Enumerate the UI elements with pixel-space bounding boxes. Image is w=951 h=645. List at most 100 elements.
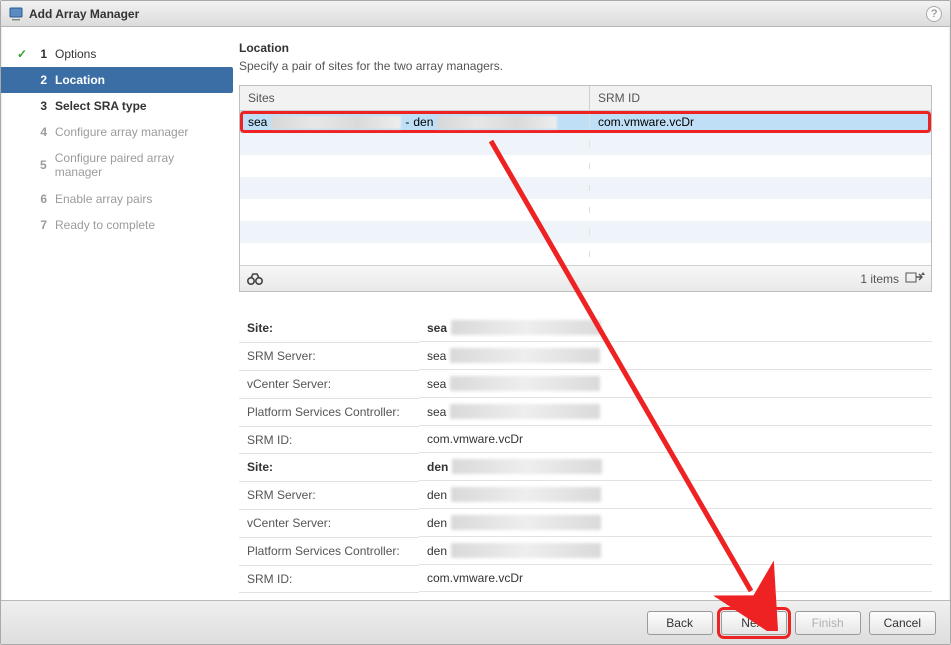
detail-key: SRM Server: [239,342,419,370]
step-label: Ready to complete [55,218,155,232]
detail-key: Site: [239,453,419,481]
srmid-cell: com.vmware.vcDr [590,112,931,132]
find-icon[interactable] [246,272,264,286]
detail-value: sea [419,370,932,398]
col-header-srmid[interactable]: SRM ID [590,86,931,110]
cancel-button[interactable]: Cancel [869,611,936,635]
redacted-text [437,116,557,129]
table-row [240,199,931,221]
export-icon[interactable] [905,270,925,287]
detail-row: vCenter Server: den [239,509,932,537]
site-a-prefix: sea [248,115,267,129]
back-button[interactable]: Back [647,611,713,635]
step-number: 6 [37,192,47,206]
redacted-text [452,459,602,474]
detail-prefix: den [427,544,447,558]
section-title: Location [239,41,932,55]
step-number: 1 [37,47,47,61]
detail-value: com.vmware.vcDr [419,565,932,592]
detail-value: den [419,537,932,565]
content-pane: Location Specify a pair of sites for the… [233,27,950,600]
detail-row: Site: den [239,453,932,481]
detail-key: Platform Services Controller: [239,398,419,426]
redacted-text [450,404,600,419]
redacted-text [451,487,601,502]
step-number: 3 [37,99,47,113]
detail-value: sea [419,342,932,370]
grid-body: sea - den com.vmware.vcDr [240,111,931,265]
table-row [240,155,931,177]
step-options[interactable]: ✓ 1 Options [1,41,233,67]
titlebar: Add Array Manager ? [1,1,950,27]
section-description: Specify a pair of sites for the two arra… [239,59,932,73]
steps-sidebar: ✓ 1 Options 2 Location 3 Select SRA type… [1,27,233,600]
step-label: Select SRA type [55,99,147,113]
table-row [240,177,931,199]
col-header-sites[interactable]: Sites [240,86,590,110]
step-select-sra-type[interactable]: 3 Select SRA type [1,93,233,119]
detail-value: sea [419,314,932,342]
detail-key: vCenter Server: [239,509,419,537]
step-label: Enable array pairs [55,192,152,206]
detail-row: SRM Server: den [239,481,932,509]
detail-prefix: den [427,488,447,502]
detail-value: com.vmware.vcDr [419,426,932,453]
detail-key: SRM Server: [239,481,419,509]
wizard-footer: Back Next Finish Cancel [1,600,950,644]
detail-row: Platform Services Controller:sea [239,398,932,426]
redacted-text [450,376,600,391]
step-configure-array-manager: 4 Configure array manager [1,119,233,145]
redacted-text [451,320,601,335]
help-icon[interactable]: ? [926,6,942,22]
detail-key: SRM ID: [239,565,419,592]
detail-row: Site: sea [239,314,932,342]
redacted-text [450,348,600,363]
site-separator: - [405,115,409,129]
detail-key: Site: [239,314,419,342]
step-location[interactable]: 2 Location [1,67,233,93]
detail-value: den [419,509,932,537]
detail-row: vCenter Server:sea [239,370,932,398]
step-configure-paired-array-manager: 5 Configure paired array manager [1,145,233,186]
detail-key: Platform Services Controller: [239,537,419,565]
wizard-body: ✓ 1 Options 2 Location 3 Select SRA type… [1,27,950,600]
table-row[interactable]: sea - den com.vmware.vcDr [240,111,931,133]
detail-value: den [419,481,932,509]
detail-value: den [419,453,932,481]
detail-value: sea [419,398,932,426]
checkmark-icon: ✓ [15,47,29,61]
step-ready-to-complete: 7 Ready to complete [1,212,233,238]
step-label: Configure paired array manager [55,151,223,180]
table-row [240,221,931,243]
grid-footer: 1 items [240,265,931,291]
redacted-text [451,515,601,530]
item-count: 1 items [860,272,899,286]
detail-row: SRM ID:com.vmware.vcDr [239,426,932,453]
detail-row: SRM ID:com.vmware.vcDr [239,565,932,592]
detail-prefix: den [427,516,447,530]
step-number: 5 [37,158,47,172]
step-number: 4 [37,125,47,139]
step-enable-array-pairs: 6 Enable array pairs [1,186,233,212]
sites-grid: Sites SRM ID sea - den com.vmware.vc [239,85,932,292]
redacted-text [271,116,401,129]
step-label: Options [55,47,96,61]
detail-prefix: den [427,460,448,474]
step-label: Location [55,73,105,87]
site-b-prefix: den [413,115,433,129]
grid-header-row: Sites SRM ID [240,86,931,111]
titlebar-title: Add Array Manager [29,7,139,21]
pager: 1 items [860,270,925,287]
wizard-dialog: Add Array Manager ? ✓ 1 Options 2 Locati… [0,0,951,645]
next-button[interactable]: Next [721,611,787,635]
detail-prefix: sea [427,349,446,363]
table-row [240,243,931,265]
detail-key: vCenter Server: [239,370,419,398]
site-details-table: Site:seaSRM Server:seavCenter Server:sea… [239,314,932,593]
redacted-text [451,543,601,558]
detail-row: SRM Server: sea [239,342,932,370]
step-number: 7 [37,218,47,232]
detail-row: Platform Services Controller: den [239,537,932,565]
app-icon [9,7,23,21]
detail-prefix: sea [427,321,447,335]
